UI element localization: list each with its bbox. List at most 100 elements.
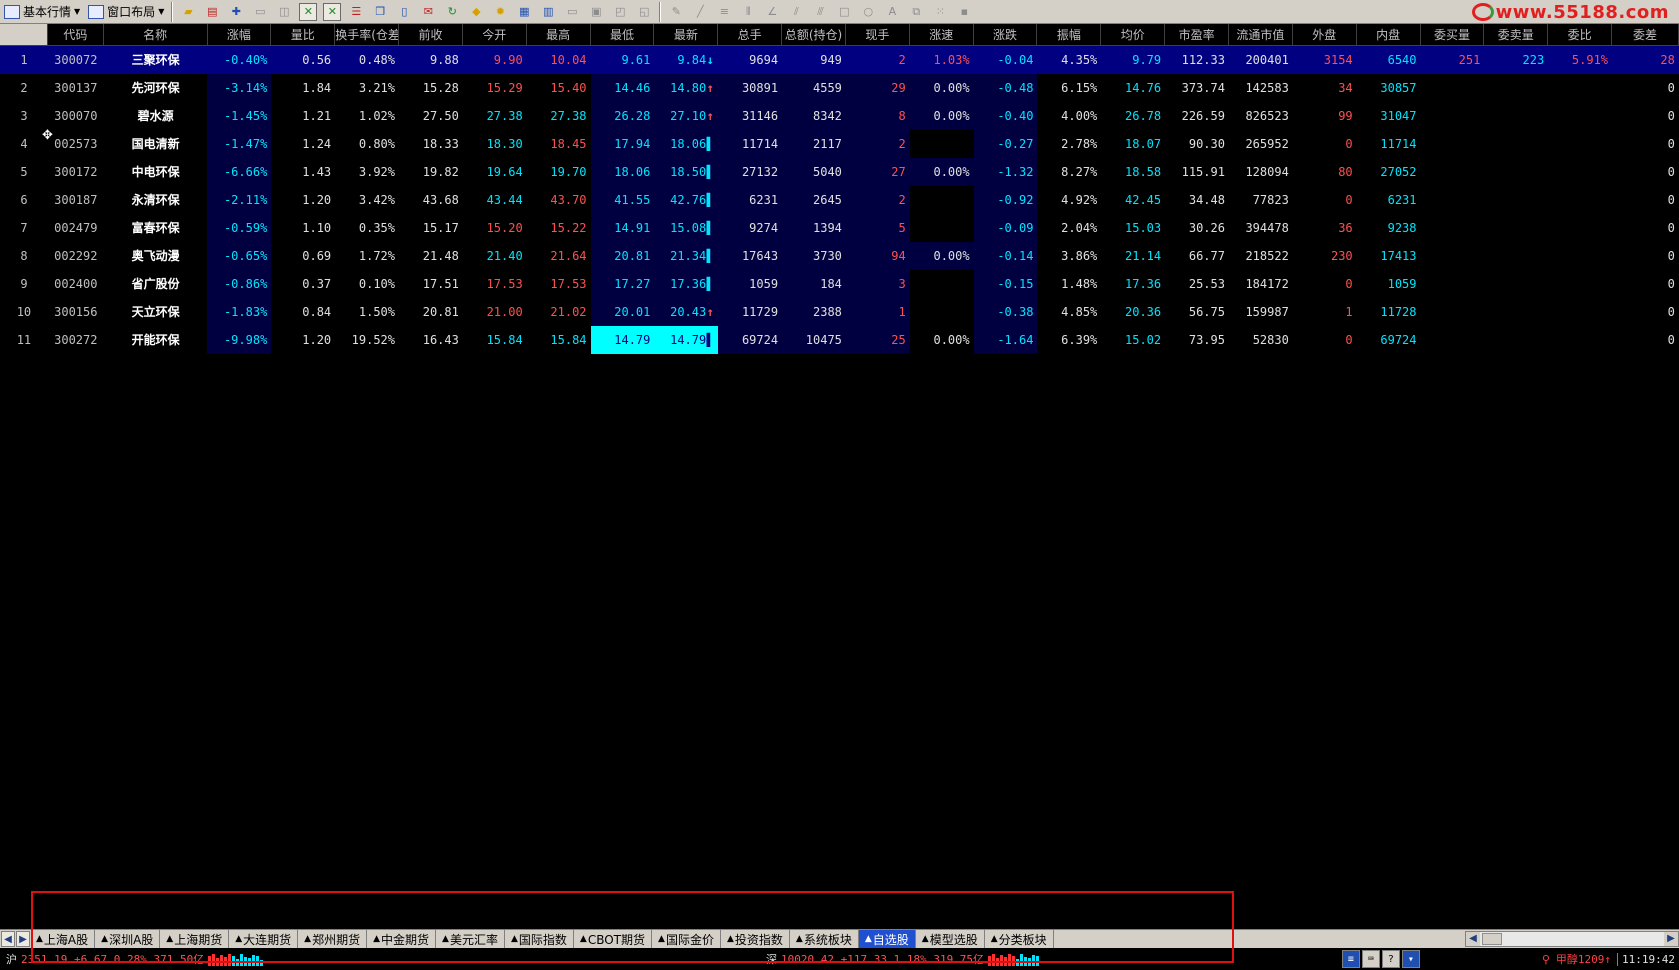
table-row[interactable]: 2 300137 先河环保 -3.14% 1.84 3.21% 15.28 15.29 15.4… <box>0 74 1679 102</box>
refresh-icon[interactable]: ↻ <box>443 3 461 21</box>
vlines-icon[interactable]: ⦀ <box>739 3 757 21</box>
color-bar-icon[interactable]: ▤ <box>203 3 221 21</box>
column-header[interactable]: 涨速 <box>910 24 974 45</box>
scroll-left-icon[interactable]: ◀ <box>1466 932 1480 946</box>
text-icon[interactable]: A <box>883 3 901 21</box>
column-header[interactable]: 最新 <box>654 24 719 45</box>
column-header[interactable]: 量比 <box>271 24 336 45</box>
sz-index-segment[interactable]: 深 10020.42 +117.33 1.18% 319.75亿 <box>760 948 1220 970</box>
tab-market[interactable]: ▲ 深圳A股 <box>95 930 161 948</box>
doc-icon[interactable]: ▯ <box>395 3 413 21</box>
column-header[interactable]: 换手率(仓差 <box>335 24 400 45</box>
basic-quotes-menu[interactable]: 基本行情 ▼ <box>0 1 84 23</box>
scroll-thumb[interactable] <box>1482 933 1502 945</box>
column-header[interactable]: 涨跌 <box>974 24 1038 45</box>
alert-text[interactable]: 甲醇1209↑ <box>1556 951 1611 967</box>
excel-icon[interactable]: ✕ <box>299 2 318 21</box>
copy-icon[interactable]: ❐ <box>371 3 389 21</box>
help-icon[interactable]: ? <box>1381 950 1400 968</box>
tab-market[interactable]: ▲ 国际指数 <box>505 930 574 948</box>
table-row[interactable]: 3 300070 碧水源 -1.45% 1.21 1.02% 27.50 27.38 27.38… <box>0 102 1679 130</box>
mail-icon[interactable]: ✉ <box>419 3 437 21</box>
table-row[interactable]: 1 300072 三聚环保 -0.40% 0.56 0.48% 9.88 9.90 10.04 9… <box>0 46 1679 74</box>
column-header[interactable]: 市盈率 <box>1165 24 1230 45</box>
network-icon[interactable]: ≡ <box>1341 950 1360 968</box>
tab-market[interactable]: ▲ 上海期货 <box>160 930 230 948</box>
table-row[interactable]: 9 002400 省广股份 -0.86% 0.37 0.10% 17.51 17.53 17.5… <box>0 270 1679 298</box>
window-layout-menu[interactable]: 窗口布局 ▼ <box>84 1 168 23</box>
column-header[interactable]: 内盘 <box>1357 24 1421 45</box>
tab-market[interactable]: ▲ 系统板块 <box>790 930 859 948</box>
tab-market[interactable]: ▲ 中金期货 <box>367 930 437 948</box>
column-header[interactable]: 委差 <box>1612 24 1679 45</box>
tab-market[interactable]: ▲ 模型选股 <box>916 930 985 948</box>
column-header[interactable]: 名称 <box>104 24 208 45</box>
dropdown-icon[interactable]: ▾ <box>1401 950 1420 968</box>
column-header[interactable]: 外盘 <box>1293 24 1357 45</box>
panel-icon[interactable]: ▭ <box>251 3 269 21</box>
warning-icon[interactable]: ◆ <box>467 3 485 21</box>
column-header[interactable]: 总额(持仓) <box>782 24 846 45</box>
tile-icon[interactable]: ◰ <box>611 3 629 21</box>
circle-icon[interactable]: ○ <box>859 3 877 21</box>
table-row[interactable]: 6 300187 永清环保 -2.11% 1.20 3.42% 43.68 43.44 43.7… <box>0 186 1679 214</box>
column-header[interactable]: 最低 <box>591 24 655 45</box>
tab-market[interactable]: ▲ CBOT期货 <box>574 930 653 948</box>
zoom-icon[interactable]: ◫ <box>275 3 293 21</box>
shapes-icon[interactable]: ⧉ <box>907 3 925 21</box>
fan-icon[interactable]: ⫽ <box>787 3 805 21</box>
rect-icon[interactable]: □ <box>835 3 853 21</box>
tab-market[interactable]: ▲ 大连期货 <box>229 930 299 948</box>
horizontal-scrollbar[interactable]: ◀ ▶ <box>1465 931 1679 947</box>
table-row[interactable]: 5 300172 中电环保 -6.66% 1.43 3.92% 19.82 19.64 19.7… <box>0 158 1679 186</box>
tab-market[interactable]: ▲ 美元汇率 <box>436 930 505 948</box>
line-icon[interactable]: ╱ <box>691 3 709 21</box>
sh-index-segment[interactable]: 沪 2351.19 +6.67 0.28% 371.50亿 <box>0 948 760 970</box>
tab-market[interactable]: ▲ 国际金价 <box>652 930 721 948</box>
tab-market[interactable]: ▲ 上海A股 <box>30 930 96 948</box>
table-row[interactable]: 10 300156 天立环保 -1.83% 0.84 1.50% 20.81 21.00 21.… <box>0 298 1679 326</box>
hlines-icon[interactable]: ≡ <box>715 3 733 21</box>
tab-market[interactable]: ▲ 自选股 <box>858 930 916 948</box>
scroll-right-icon[interactable]: ▶ <box>1664 932 1678 946</box>
parallel-icon[interactable]: ⫻ <box>811 3 829 21</box>
column-header[interactable]: 前收 <box>399 24 463 45</box>
column-header[interactable]: 振幅 <box>1037 24 1102 45</box>
column-header[interactable]: 委买量 <box>1421 24 1485 45</box>
table-row[interactable]: 4 002573 国电清新 -1.47% 1.24 0.80% 18.33 18.30 18.4… <box>0 130 1679 158</box>
column-header[interactable] <box>0 24 48 45</box>
list-icon[interactable]: ☰ <box>347 3 365 21</box>
keyboard-icon[interactable]: ⌨ <box>1361 950 1380 968</box>
column-header[interactable]: 委卖量 <box>1484 24 1549 45</box>
column-header[interactable]: 涨幅 <box>208 24 272 45</box>
column-header[interactable]: 现手 <box>846 24 910 45</box>
window-icon[interactable]: ▭ <box>563 3 581 21</box>
table-row[interactable]: 8 002292 奥飞动漫 -0.65% 0.69 1.72% 21.48 21.40 21.6… <box>0 242 1679 270</box>
angle-icon[interactable]: ∠ <box>763 3 781 21</box>
column-header[interactable]: 代码 <box>48 24 104 45</box>
column-header[interactable]: 总手 <box>718 24 783 45</box>
tab-scroll-left-icon[interactable]: ◀ <box>1 931 15 947</box>
table-row[interactable]: 7 002479 富春环保 -0.59% 1.10 0.35% 15.17 15.20 15.2… <box>0 214 1679 242</box>
excel-icon-2[interactable]: ✕ <box>323 2 342 21</box>
column-header[interactable]: 今开 <box>463 24 527 45</box>
tab-market[interactable]: ▲ 分类板块 <box>985 930 1054 948</box>
tab-market[interactable]: ▲ 投资指数 <box>721 930 790 948</box>
tab-market[interactable]: ▲ 郑州期货 <box>298 930 368 948</box>
column-header[interactable]: 均价 <box>1101 24 1166 45</box>
chart-icon[interactable]: ▦ <box>515 3 533 21</box>
save-icon[interactable]: ▪ <box>955 3 973 21</box>
pen-icon[interactable]: ✎ <box>667 3 685 21</box>
gear-icon[interactable]: ✹ <box>491 3 509 21</box>
column-header[interactable]: 最高 <box>527 24 591 45</box>
layout2-icon[interactable]: ◱ <box>635 3 653 21</box>
dots-icon[interactable]: ⁙ <box>931 3 949 21</box>
open-folder-icon[interactable]: ▰ <box>179 3 197 21</box>
crosshair-icon[interactable]: ✚ <box>227 3 245 21</box>
table-row[interactable]: 11 300272 开能环保 -9.98% 1.20 19.52% 16.43 15.84 15… <box>0 326 1679 354</box>
grid-icon[interactable]: ▥ <box>539 3 557 21</box>
tab-scroll-right-icon[interactable]: ▶ <box>16 931 30 947</box>
column-header[interactable]: 流通市值 <box>1229 24 1293 45</box>
window2-icon[interactable]: ▣ <box>587 3 605 21</box>
column-header[interactable]: 委比 <box>1548 24 1613 45</box>
